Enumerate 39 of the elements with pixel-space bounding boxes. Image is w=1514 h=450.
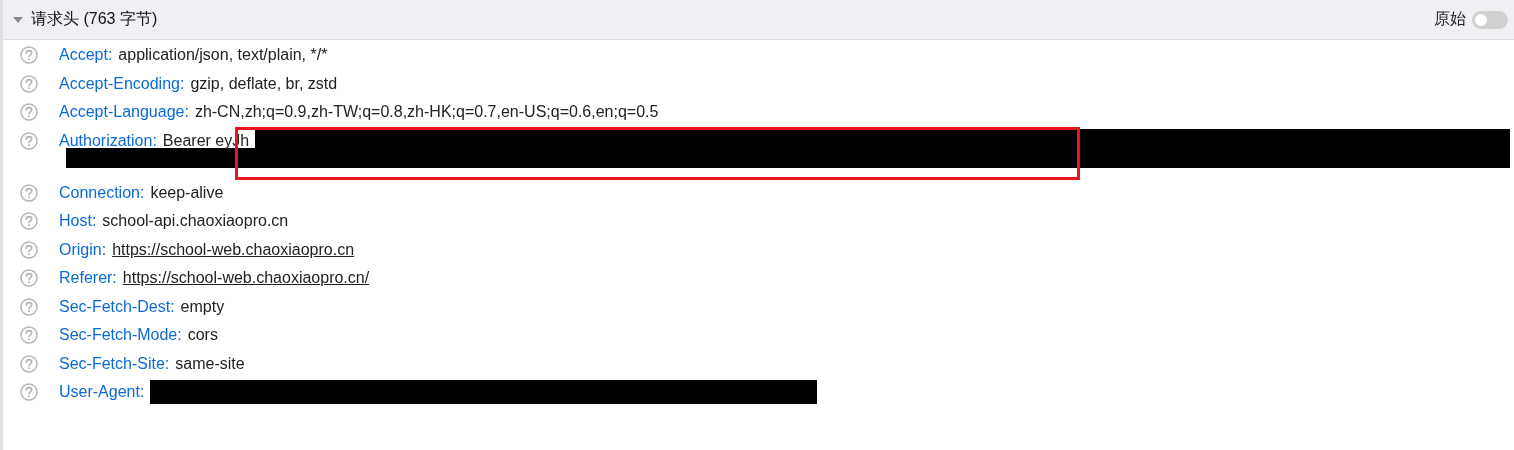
raw-label: 原始: [1434, 9, 1466, 29]
header-name: Sec-Fetch-Dest:: [59, 297, 175, 316]
header-name: Host:: [59, 212, 97, 230]
help-icon[interactable]: [20, 46, 38, 64]
header-value: application/json, text/plain, */*: [118, 46, 328, 64]
header-name: Sec-Fetch-Site:: [59, 354, 170, 373]
section-title: 请求头 (763 字节): [31, 9, 158, 29]
help-icon[interactable]: [20, 297, 38, 316]
header-name: Accept-Encoding:: [59, 74, 185, 93]
header-value: empty: [180, 297, 225, 316]
header-link[interactable]: https://school-web.chaoxiaopro.cn: [112, 240, 355, 259]
header-name: Connection:: [59, 183, 145, 202]
header-name: Accept-Language:: [59, 103, 189, 121]
header-name: Accept:: [59, 46, 113, 64]
header-name: Origin:: [59, 240, 107, 259]
help-icon[interactable]: [20, 131, 38, 150]
header-value: cors: [187, 326, 218, 344]
help-icon[interactable]: [20, 383, 38, 401]
help-icon[interactable]: [20, 103, 38, 121]
header-name: Referer:: [59, 269, 117, 287]
help-icon[interactable]: [20, 183, 38, 202]
header-name: Authorization:: [59, 131, 157, 150]
help-icon[interactable]: [20, 212, 38, 230]
header-value: gzip, deflate, br, zstd: [190, 74, 338, 93]
header-value: keep-alive: [150, 183, 224, 202]
header-link[interactable]: https://school-web.chaoxiaopro.cn/: [122, 269, 370, 287]
help-icon[interactable]: [20, 269, 38, 287]
expand-triangle-icon[interactable]: [13, 16, 23, 23]
help-icon[interactable]: [20, 326, 38, 344]
header-value: school-api.chaoxiaopro.cn: [102, 212, 289, 230]
header-name: Sec-Fetch-Mode:: [59, 326, 182, 344]
help-icon[interactable]: [20, 240, 38, 259]
section-header[interactable]: 请求头 (763 字节) 原始: [3, 0, 1514, 40]
header-value: zh-CN,zh;q=0.9,zh-TW;q=0.8,zh-HK;q=0.7,en-US;q=0.6,en;q=0.5: [194, 103, 659, 121]
raw-toggle[interactable]: [1472, 10, 1508, 29]
help-icon[interactable]: [20, 74, 38, 93]
header-name: User-Agent:: [59, 383, 145, 401]
header-value: same-site: [175, 354, 245, 373]
help-icon[interactable]: [20, 354, 38, 373]
